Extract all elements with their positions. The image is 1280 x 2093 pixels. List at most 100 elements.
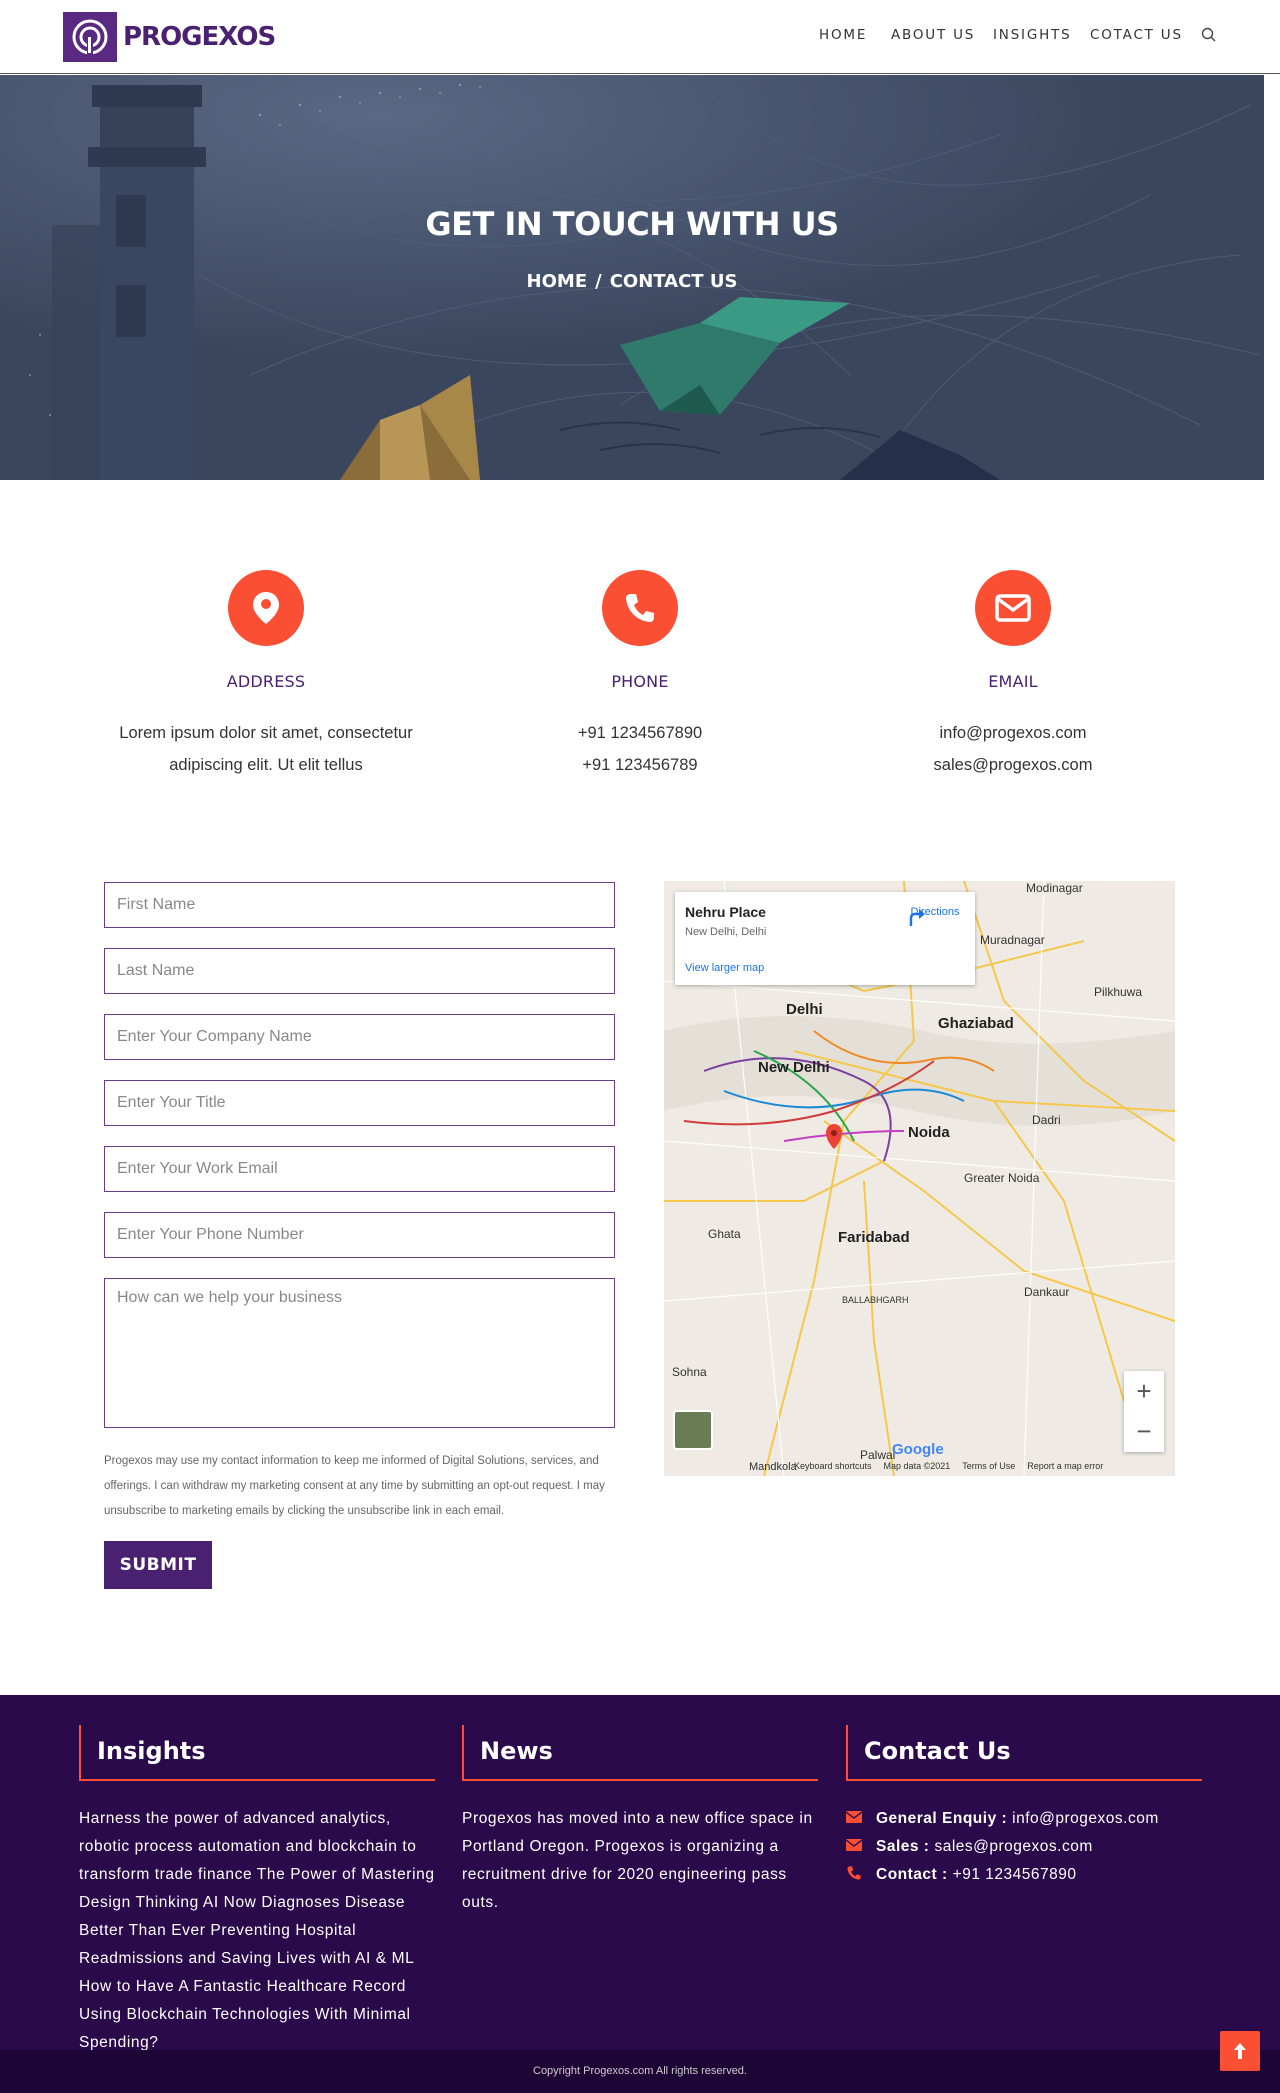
footer-insights-text[interactable]: Harness the power of advanced analytics,…: [79, 1805, 435, 2057]
message-textarea[interactable]: [104, 1278, 615, 1428]
copyright-bar: Copyright Progexos.com All rights reserv…: [0, 2050, 1280, 2093]
general-enquiry-value[interactable]: info@progexos.com: [1012, 1810, 1159, 1828]
footer-insights-title: Insights: [97, 1737, 206, 1765]
contact-label: Contact :: [876, 1866, 948, 1883]
footer-contact-list: General Enquiy : info@progexos.com Sales…: [845, 1805, 1202, 1889]
phone-block: PHONE +91 1234567890 +91 123456789: [453, 570, 827, 781]
breadcrumb-separator: /: [595, 271, 602, 292]
map-place-name: Nehru Place: [685, 904, 766, 920]
map-label-noida: Noida: [908, 1124, 950, 1141]
phone-icon: [846, 1865, 876, 1886]
report-error-link[interactable]: Report a map error: [1027, 1461, 1103, 1471]
site-footer: Insights Harness the power of advanced a…: [0, 1695, 1280, 2051]
map-pin-icon: [228, 570, 304, 646]
main-nav: HOME ABOUT US INSIGHTS COTACT US: [0, 27, 1280, 47]
envelope-icon: [845, 1838, 876, 1856]
work-email-input[interactable]: [104, 1146, 615, 1192]
map-zoom-controls: + −: [1124, 1371, 1164, 1452]
contact-value[interactable]: +91 1234567890: [953, 1866, 1077, 1884]
back-to-top-button[interactable]: [1220, 2031, 1260, 2071]
map-info-card: Nehru Place New Delhi, Delhi View larger…: [675, 892, 975, 985]
nav-contact-us[interactable]: COTACT US: [1090, 27, 1183, 43]
email-block: EMAIL info@progexos.com sales@progexos.c…: [826, 570, 1200, 781]
breadcrumb-home[interactable]: HOME: [527, 271, 588, 292]
zoom-out-button[interactable]: −: [1124, 1411, 1164, 1451]
footer-phone: Contact : +91 1234567890: [846, 1861, 1202, 1889]
hero-banner: GET IN TOUCH WITH US HOME / CONTACT US: [0, 75, 1264, 480]
sales-value[interactable]: sales@progexos.com: [934, 1838, 1092, 1856]
footer-news-text: Progexos has moved into a new office spa…: [462, 1810, 813, 1911]
zoom-in-button[interactable]: +: [1124, 1371, 1164, 1411]
footer-news: News Progexos has moved into a new offic…: [462, 1725, 818, 1917]
map-label-dankaur: Dankaur: [1024, 1285, 1070, 1299]
last-name-input[interactable]: [104, 948, 615, 994]
map-place-sub: New Delhi, Delhi: [685, 926, 767, 938]
phone-icon: [602, 570, 678, 646]
view-larger-map-link[interactable]: View larger map: [685, 962, 764, 974]
email-heading: EMAIL: [988, 672, 1038, 691]
footer-insights: Insights Harness the power of advanced a…: [79, 1725, 435, 2057]
google-logo: Google: [892, 1441, 944, 1458]
envelope-icon: [975, 570, 1051, 646]
email-text: info@progexos.com sales@progexos.com: [826, 717, 1200, 781]
map-label-sohna: Sohna: [672, 1365, 707, 1379]
map-label-delhi: Delhi: [786, 1001, 823, 1018]
footer-sales: Sales : sales@progexos.com: [845, 1833, 1202, 1861]
site-header: PROGEXOS HOME ABOUT US INSIGHTS COTACT U…: [0, 0, 1280, 74]
nav-home[interactable]: HOME: [819, 27, 867, 43]
company-input[interactable]: [104, 1014, 615, 1060]
phone-line-1[interactable]: +91 1234567890: [453, 717, 827, 749]
address-text: Lorem ipsum dolor sit amet, consectetur …: [79, 717, 453, 781]
terms-link[interactable]: Terms of Use: [962, 1461, 1015, 1471]
footer-news-title: News: [480, 1737, 553, 1765]
page-title: GET IN TOUCH WITH US: [425, 205, 839, 243]
consent-disclaimer: Progexos may use my contact information …: [104, 1455, 605, 1517]
map-label-ghata: Ghata: [708, 1227, 741, 1241]
title-input[interactable]: [104, 1080, 615, 1126]
phone-text: +91 1234567890 +91 123456789: [453, 717, 827, 781]
directions-icon: [909, 909, 925, 926]
map-label-mandkola: Mandkola: [749, 1461, 797, 1473]
breadcrumb: HOME / CONTACT US: [0, 271, 1264, 292]
phone-line-2[interactable]: +91 123456789: [453, 749, 827, 781]
address-block: ADDRESS Lorem ipsum dolor sit amet, cons…: [79, 570, 453, 781]
footer-contact-title: Contact Us: [864, 1737, 1011, 1765]
map-data-text: Map data ©2021: [883, 1461, 951, 1471]
footer-general-enquiry: General Enquiy : info@progexos.com: [845, 1805, 1202, 1833]
first-name-input[interactable]: [104, 882, 615, 928]
submit-button[interactable]: SUBMIT: [104, 1541, 212, 1589]
map-label-ballabhgarh: BALLABHGARH: [842, 1295, 909, 1305]
map-label-pilkhuwa: Pilkhuwa: [1094, 985, 1143, 999]
email-line-1[interactable]: info@progexos.com: [826, 717, 1200, 749]
map-label-greater-noida: Greater Noida: [964, 1171, 1040, 1185]
nav-about-us[interactable]: ABOUT US: [891, 27, 975, 43]
address-heading: ADDRESS: [226, 672, 306, 691]
location-map[interactable]: Nehru Place New Delhi, Delhi View larger…: [664, 881, 1175, 1476]
copyright-text: Copyright Progexos.com All rights reserv…: [533, 2065, 747, 2077]
map-label-muradnagar: Muradnagar: [980, 933, 1045, 947]
email-line-2[interactable]: sales@progexos.com: [826, 749, 1200, 781]
map-attribution: Keyboard shortcuts Map data ©2021 Terms of…: [794, 1461, 1115, 1471]
directions-button[interactable]: Directions: [905, 906, 965, 926]
breadcrumb-current: CONTACT US: [609, 271, 738, 292]
footer-contact-header: Contact Us: [846, 1725, 1202, 1781]
address-line-2: adipiscing elit. Ut elit tellus: [169, 756, 363, 774]
map-label-palwal: Palwal: [860, 1448, 896, 1462]
address-line-1: Lorem ipsum dolor sit amet, consectetur: [119, 724, 413, 742]
phone-heading: PHONE: [611, 672, 669, 691]
nav-insights[interactable]: INSIGHTS: [993, 27, 1071, 43]
search-icon[interactable]: [1200, 26, 1218, 44]
map-label-faridabad: Faridabad: [838, 1229, 910, 1246]
footer-news-header: News: [462, 1725, 818, 1781]
general-enquiry-label: General Enquiy :: [876, 1810, 1008, 1827]
keyboard-shortcuts-link[interactable]: Keyboard shortcuts: [794, 1461, 872, 1471]
arrow-up-icon: [1234, 2043, 1246, 2059]
envelope-icon: [845, 1810, 876, 1828]
map-label-new-delhi: New Delhi: [758, 1059, 830, 1076]
footer-contact: Contact Us General Enquiy : info@progexo…: [845, 1725, 1202, 1889]
map-label-modinagar: Modinagar: [1026, 881, 1083, 895]
footer-insights-header: Insights: [79, 1725, 435, 1781]
sales-label: Sales :: [876, 1838, 930, 1855]
map-label-dadri: Dadri: [1032, 1113, 1061, 1127]
phone-input[interactable]: [104, 1212, 615, 1258]
